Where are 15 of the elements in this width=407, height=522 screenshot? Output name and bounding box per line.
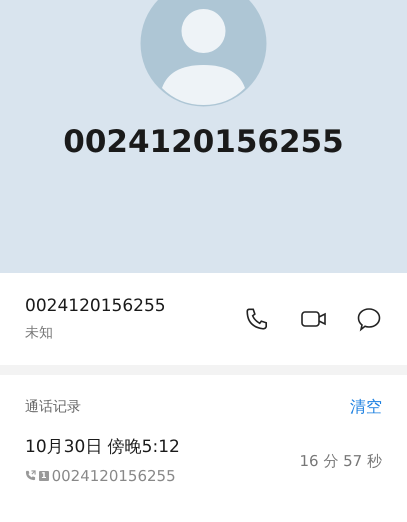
- call-button[interactable]: [244, 306, 270, 332]
- phone-number: 0024120156255: [25, 294, 167, 318]
- call-number: 0024120156255: [52, 466, 176, 486]
- chat-bubble-icon: [356, 306, 382, 332]
- phone-icon: [244, 306, 270, 332]
- sim-badge: 1: [39, 470, 49, 481]
- clear-button[interactable]: 清空: [350, 395, 382, 419]
- outgoing-call-icon: [25, 470, 36, 482]
- section-title: 通话记录: [25, 398, 81, 416]
- message-button[interactable]: [356, 306, 382, 332]
- contact-name: 0024120156255: [63, 127, 344, 158]
- call-time: 10月30日 傍晚5:12: [25, 436, 180, 459]
- call-duration: 16 分 57 秒: [300, 450, 382, 472]
- location-label: 未知: [25, 324, 54, 344]
- avatar-icon: [140, 0, 267, 107]
